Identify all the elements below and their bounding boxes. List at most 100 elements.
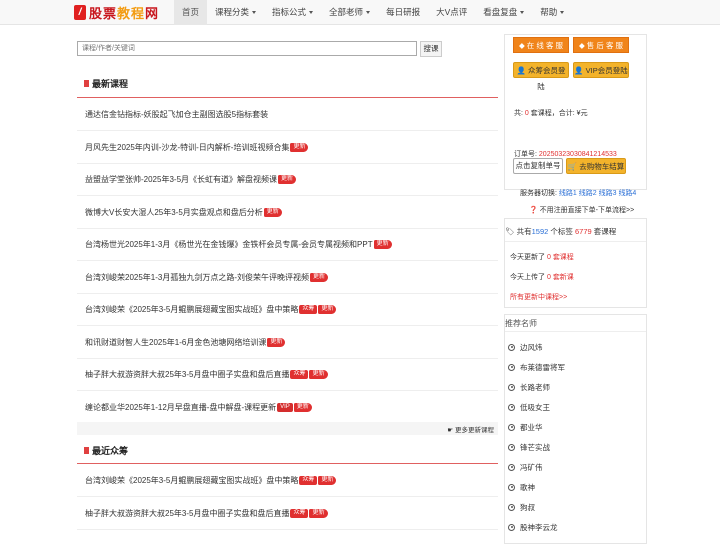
server-link-4[interactable]: 线路4 <box>618 190 636 197</box>
list-item[interactable]: 微博大V长安大湿人25年3-5月实盘观点和盘后分析 更新 <box>77 196 498 229</box>
nav-item-2[interactable]: 指标公式 <box>264 0 321 25</box>
copy-order-button[interactable]: 点击复制单号 <box>513 158 563 174</box>
list-item[interactable]: 柚子胖大叔游资胖大叔25年3-5月盘中圈子实盘和盘后直播 众筹 更新 <box>77 497 498 530</box>
course-link[interactable]: 通达信金钻指标-妖股起飞加仓主副图选股5指标套装 <box>85 109 268 120</box>
status-badge: 更新 <box>290 142 309 152</box>
list-item[interactable]: 益盟益学堂张帅-2025年3-5月《长虹有道》解盘视频课 更新 <box>77 163 498 196</box>
nav-item-6[interactable]: 看盘复盘 <box>475 0 532 25</box>
course-title: 月风先生2025年内训-沙龙-特训-日内解析-培训班视频合集 <box>85 142 290 152</box>
course-link[interactable]: 益盟益学堂张帅-2025年3-5月《长虹有道》解盘视频课 更新 <box>85 174 297 185</box>
search-input[interactable] <box>77 41 417 56</box>
teacher-name: 都业华 <box>520 423 543 432</box>
latest-courses-title: 最新课程 <box>84 77 128 90</box>
vip-login-button[interactable]: 👤 VIP会员登陆 <box>573 62 629 78</box>
top-navbar: / 股票教程网 首页 课程分类 指标公式 全部老师 每日研报 大V点评 看盘复盘 帮助 <box>0 0 720 25</box>
list-item[interactable]: 台湾杨世光2025年1-3月《杨世光在金钱爆》金铁杆会员专属-会员专属视频和PP… <box>77 228 498 261</box>
status-badge: 众筹 <box>290 508 309 518</box>
nav-item-label: 指标公式 <box>272 7 307 17</box>
teacher-item[interactable]: 都业华 <box>508 422 543 433</box>
teacher-name: 布莱德雷将军 <box>520 363 565 372</box>
server-link-3[interactable]: 线路3 <box>599 190 619 197</box>
status-badge: 更新 <box>309 370 328 380</box>
course-title: 缠论都业华2025年1-12月早盘直播-盘中解盘-课程更新 <box>85 402 277 412</box>
server-link-1[interactable]: 线路1 <box>559 190 579 197</box>
course-link[interactable]: 台湾刘峻荣2025年1-3月孤独九剑万点之路-刘俊荣午评晚评视频 更新 <box>85 272 329 283</box>
search-button[interactable]: 搜课 <box>420 41 442 57</box>
caret-down-icon <box>560 11 565 15</box>
course-title: 柚子胖大叔游资胖大叔25年3-5月盘中圈子实盘和盘后直播 <box>85 370 290 379</box>
today-new[interactable]: 今天上传了 0 套新课 <box>510 272 574 282</box>
teacher-name: 股神李云龙 <box>520 523 558 532</box>
stats-summary: 🏷 共有1592 个标签 6779 套课程 <box>505 227 617 236</box>
course-title: 柚子胖大叔游资胖大叔25年3-5月盘中圈子实盘和盘后直播 <box>85 508 290 518</box>
nav-item-4[interactable]: 每日研报 <box>378 0 428 25</box>
teacher-item[interactable]: 低吸女王 <box>508 402 550 413</box>
list-item[interactable]: 柚子胖大叔游资胖大叔25年3-5月盘中圈子实盘和盘后直播 众筹 更新 <box>77 358 498 391</box>
teacher-item[interactable]: 布莱德雷将军 <box>508 362 565 373</box>
nav-item-0[interactable]: 首页 <box>174 0 208 25</box>
status-badge: 更新 <box>263 207 282 217</box>
info-icon: ❓ <box>529 207 538 214</box>
course-title: 通达信金钻指标-妖股起飞加仓主副图选股5指标套装 <box>85 110 269 119</box>
cart-summary: 共: 0 套课程，合计: ¥元 <box>514 110 588 117</box>
status-badge: 更新 <box>309 508 328 518</box>
after-sales-button[interactable]: ◆ 售 后 客 服 <box>573 37 629 53</box>
teacher-name: 低吸女王 <box>520 403 550 412</box>
crowdfunding-title: 最近众筹 <box>84 444 128 457</box>
more-updates-link[interactable]: ☛ 更多更新课程 <box>447 424 494 434</box>
nav-item-3[interactable]: 全部老师 <box>321 0 378 25</box>
user-icon <box>508 364 515 371</box>
course-title: 台湾刘峻荣2025年1-3月孤独九剑万点之路-刘俊荣午评晚评视频 <box>85 272 310 282</box>
course-link[interactable]: 和讯财道财智人生2025年1-6月金色池塘网络培训课 更新 <box>85 337 286 348</box>
online-service-button[interactable]: ◆ 在 线 客 服 <box>513 37 569 53</box>
user-icon <box>508 504 515 511</box>
list-item[interactable]: 月风先生2025年内训-沙龙-特训-日内解析-培训班视频合集 更新 <box>77 131 498 164</box>
course-title: 微博大V长安大湿人25年3-5月实盘观点和盘后分析 <box>85 207 263 217</box>
list-item[interactable]: 台湾刘峻荣《2025年3-5月鲲鹏展翅藏宝图实战班》盘中策略 众筹 更新 <box>77 293 498 326</box>
nav-item-1[interactable]: 课程分类 <box>207 0 264 25</box>
site-logo[interactable]: / 股票教程网 <box>74 4 159 22</box>
user-icon <box>508 524 515 531</box>
nav-item-7[interactable]: 帮助 <box>532 0 572 25</box>
teacher-item[interactable]: 冯矿伟 <box>508 462 543 473</box>
course-title: 台湾刘峻荣《2025年3-5月鲲鹏展翅藏宝图实战班》盘中策略 <box>85 305 299 314</box>
teacher-item[interactable]: 边风炜 <box>508 342 543 353</box>
course-link[interactable]: 台湾刘峻荣《2025年3-5月鲲鹏展翅藏宝图实战班》盘中策略 众筹 更新 <box>85 475 337 486</box>
nav-item-label: 大V点评 <box>436 7 468 17</box>
nav-item-5[interactable]: 大V点评 <box>428 0 475 25</box>
status-badge: VIP <box>277 402 293 412</box>
teacher-item[interactable]: 长路老师 <box>508 382 550 393</box>
course-title: 益盟益学堂张帅-2025年3-5月《长虹有道》解盘视频课 <box>85 175 278 184</box>
course-link[interactable]: 台湾刘峻荣《2025年3-5月鲲鹏展翅藏宝图实战班》盘中策略 众筹 更新 <box>85 304 337 315</box>
user-icon <box>508 404 515 411</box>
course-link[interactable]: 缠论都业华2025年1-12月早盘直播-盘中解盘-课程更新 VIP 更新 <box>85 402 312 413</box>
list-item[interactable]: 台湾刘峻荣2025年1-3月孤独九剑万点之路-刘俊荣午评晚评视频 更新 <box>77 261 498 294</box>
list-item[interactable]: 通达信金钻指标-妖股起飞加仓主副图选股5指标套装 <box>77 98 498 131</box>
checkout-button[interactable]: 🛒 去购物车结算 <box>566 158 626 174</box>
course-link[interactable]: 微博大V长安大湿人25年3-5月实盘观点和盘后分析 更新 <box>85 207 282 218</box>
server-link-2[interactable]: 线路2 <box>579 190 599 197</box>
course-link[interactable]: 台湾杨世光2025年1-3月《杨世光在金钱爆》金铁杆会员专属-会员专属视频和PP… <box>85 239 392 250</box>
all-updates-link[interactable]: 所有更新中课程>> <box>510 292 567 302</box>
list-item[interactable]: 台湾刘峻荣《2025年3-5月鲲鹏展翅藏宝图实战班》盘中策略 众筹 更新 <box>77 464 498 497</box>
course-link[interactable]: 月风先生2025年内训-沙龙-特训-日内解析-培训班视频合集 更新 <box>85 142 309 153</box>
main-nav: 首页 课程分类 指标公式 全部老师 每日研报 大V点评 看盘复盘 帮助 <box>174 0 572 25</box>
teacher-item[interactable]: 锋芒实战 <box>508 442 550 453</box>
divider <box>505 331 646 332</box>
today-updated[interactable]: 今天更新了 0 套课程 <box>510 252 574 262</box>
status-badge: 更新 <box>373 240 392 250</box>
teacher-item[interactable]: 歌神 <box>508 482 535 493</box>
teacher-item[interactable]: 狗叔 <box>508 502 535 513</box>
list-item[interactable]: 缠论都业华2025年1-12月早盘直播-盘中解盘-课程更新 VIP 更新 <box>77 391 498 424</box>
course-title: 台湾杨世光2025年1-3月《杨世光在金钱爆》金铁杆会员专属-会员专属视频和PP… <box>85 240 373 249</box>
teacher-item[interactable]: 股神李云龙 <box>508 522 558 533</box>
nav-item-label: 首页 <box>182 7 200 17</box>
course-link[interactable]: 柚子胖大叔游资胖大叔25年3-5月盘中圈子实盘和盘后直播 众筹 更新 <box>85 508 328 519</box>
member-login-button[interactable]: 👤 众筹会员登陆 <box>513 62 569 91</box>
status-badge: 更新 <box>318 305 337 315</box>
teacher-name: 歌神 <box>520 483 535 492</box>
status-badge: 更新 <box>293 402 312 412</box>
course-link[interactable]: 柚子胖大叔游资胖大叔25年3-5月盘中圈子实盘和盘后直播 众筹 更新 <box>85 369 328 380</box>
list-item[interactable]: 和讯财道财智人生2025年1-6月金色池塘网络培训课 更新 <box>77 326 498 359</box>
order-help-link[interactable]: ❓ 不用注册直接下单-下单流程>> <box>529 205 634 215</box>
